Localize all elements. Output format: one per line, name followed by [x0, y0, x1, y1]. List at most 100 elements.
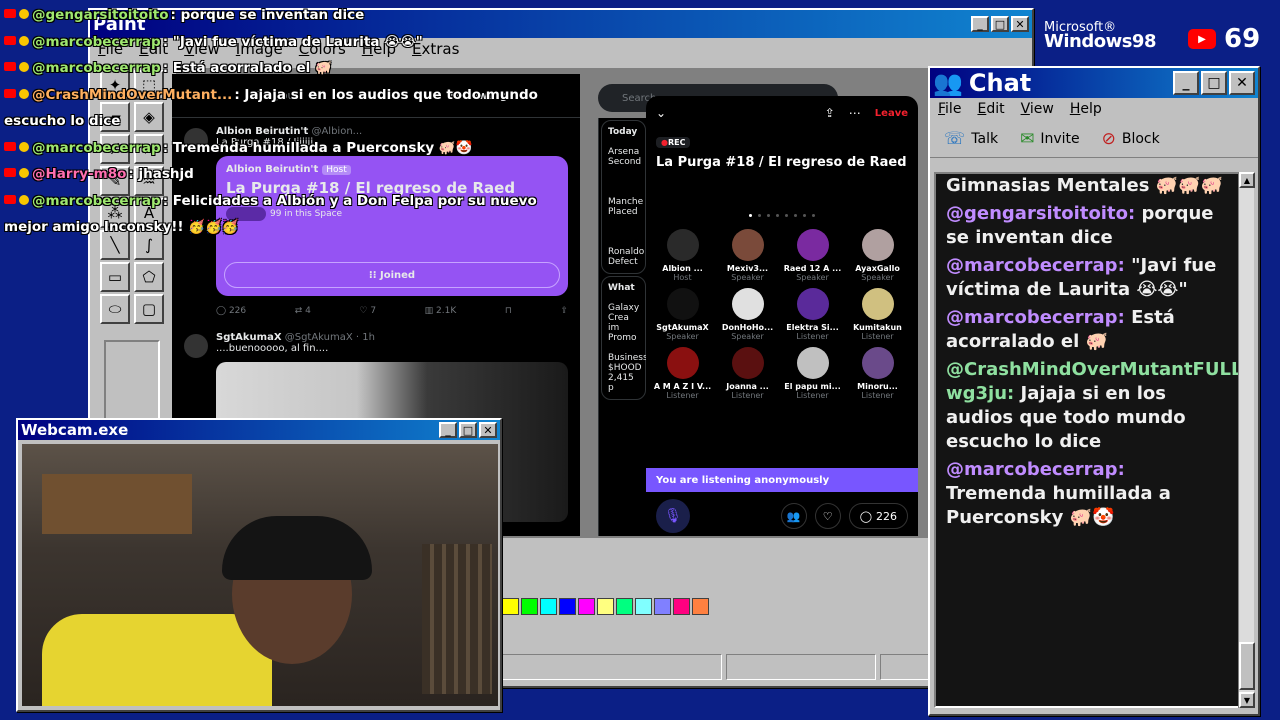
participant-role: Listener [731, 391, 764, 400]
avatar [861, 347, 894, 379]
chevron-down-icon[interactable]: ⌄ [656, 106, 666, 120]
close-button[interactable]: ✕ [479, 422, 497, 438]
participant[interactable]: Kumitakun Listener [845, 288, 910, 341]
overlay-text: : "Javi fue víctima de Laurita 😭😭" [162, 33, 423, 50]
participant-role: Listener [666, 391, 699, 400]
color-swatch[interactable] [692, 598, 709, 615]
repost-button[interactable]: ⇄ 4 [295, 306, 311, 316]
participant[interactable]: Joanna ... Listener [715, 347, 780, 400]
chat-scrollbar[interactable]: ▲ ▼ [1238, 172, 1255, 708]
participant-role: Listener [796, 332, 829, 341]
overlay-username: @marcobecerrap [32, 60, 161, 76]
reply-button[interactable]: ◯ 226 [216, 306, 246, 316]
trend-item[interactable]: Galaxy [608, 303, 639, 313]
minimize-button[interactable]: _ [971, 16, 989, 32]
participant[interactable]: Elektra Si... Listener [780, 288, 845, 341]
chat-title: Chat [968, 69, 1032, 97]
block-button[interactable]: ⊘ Block [1102, 129, 1160, 149]
color-swatch[interactable] [521, 598, 538, 615]
chat-titlebar[interactable]: 👥 Chat _ □ ✕ [930, 68, 1258, 98]
participant[interactable]: Albion ... Host [650, 229, 715, 282]
invite-button[interactable]: ✉ Invite [1020, 129, 1080, 149]
member-badge-icon [19, 194, 29, 205]
trend-item[interactable]: Manche Placed [608, 197, 643, 217]
youtube-icon [4, 88, 16, 98]
maximize-button[interactable]: □ [1201, 71, 1227, 95]
color-swatch[interactable] [502, 598, 519, 615]
close-button[interactable]: ✕ [1011, 16, 1029, 32]
minimize-button[interactable]: _ [439, 422, 457, 438]
participant[interactable]: Mexiv3... Speaker [715, 229, 780, 282]
member-badge-icon [19, 35, 29, 46]
joined-button[interactable]: ⁝⁝ Joined [224, 262, 560, 288]
scroll-up-icon[interactable]: ▲ [1239, 172, 1255, 188]
color-swatch[interactable] [635, 598, 652, 615]
trend-item[interactable]: $HOOD [608, 363, 642, 373]
menu-help[interactable]: Help [1070, 101, 1102, 117]
participant-name: Mexiv3... [726, 264, 769, 273]
menu-edit[interactable]: Edit [977, 101, 1004, 117]
like-button[interactable]: ♡ 7 [359, 306, 376, 316]
participant-name: AyaxGallo [855, 264, 900, 273]
menu-file[interactable]: File [938, 101, 961, 117]
webcam-window: Webcam.exe _ □ ✕ [16, 418, 502, 712]
participant[interactable]: SgtAkumaX Speaker [650, 288, 715, 341]
color-swatch[interactable] [654, 598, 671, 615]
color-swatch[interactable] [616, 598, 633, 615]
share-icon[interactable]: ⇪ [825, 106, 835, 120]
youtube-icon [4, 35, 16, 45]
status-panel [880, 654, 930, 680]
maximize-button[interactable]: □ [459, 422, 477, 438]
rectangle-icon[interactable]: ▭ [100, 262, 130, 292]
invite-label: Invite [1040, 130, 1080, 147]
member-badge-icon [19, 9, 29, 19]
participant[interactable]: AyaxGallo Speaker [845, 229, 910, 282]
microphone-icon[interactable]: 🎙 [656, 499, 690, 533]
ellipse-icon[interactable]: ⬭ [100, 294, 130, 324]
more-icon[interactable]: ⋯ [849, 106, 861, 120]
views-button[interactable]: ▥ 2.1K [425, 306, 457, 316]
chat-text: Gimnasias Mentales 🐖🐖🐖 [946, 175, 1223, 196]
pager-dot [749, 214, 752, 217]
color-swatch[interactable] [673, 598, 690, 615]
share-icon[interactable]: ⇪ [560, 306, 568, 316]
comments-button[interactable]: ◯ 226 [848, 503, 908, 529]
participant[interactable]: Raed 12 A ... Speaker [780, 229, 845, 282]
participant-name: Joanna ... [726, 382, 769, 391]
maximize-button[interactable]: □ [991, 16, 1009, 32]
polygon-icon[interactable]: ⬠ [134, 262, 164, 292]
overlay-message: @CrashMindOverMutant...: Jajaja si en lo… [4, 82, 564, 135]
overlay-username: @marcobecerrap [32, 33, 161, 50]
chat-log[interactable]: Gimnasias Mentales 🐖🐖🐖 @gengarsitoitoito:… [934, 172, 1242, 708]
heart-plus-icon[interactable]: ♡ [814, 503, 841, 529]
leave-button[interactable]: Leave [875, 108, 908, 119]
color-swatch[interactable] [578, 598, 595, 615]
trend-item: Crea im [608, 313, 629, 333]
scroll-thumb[interactable] [1239, 642, 1255, 690]
menu-view[interactable]: View [1021, 101, 1054, 117]
participant[interactable]: Minoru... Listener [845, 347, 910, 400]
close-button[interactable]: ✕ [1229, 71, 1255, 95]
participant[interactable]: A M A Z I V... Listener [650, 347, 715, 400]
bookshelf [422, 544, 492, 694]
trend-item[interactable]: Arsena Second [608, 147, 641, 167]
participant-name: Elektra Si... [786, 323, 839, 332]
color-swatch[interactable] [597, 598, 614, 615]
people-icon[interactable]: 👥 [780, 503, 807, 529]
paint-statusbar [502, 654, 930, 680]
tweet-author[interactable]: SgtAkumaX [216, 332, 282, 343]
webcam-titlebar[interactable]: Webcam.exe _ □ ✕ [18, 420, 500, 440]
color-swatch[interactable] [540, 598, 557, 615]
overlay-text: : Está acorralado el 🐖 [162, 60, 332, 76]
participant[interactable]: El papu mi... Listener [780, 347, 845, 400]
trend-item[interactable]: Ronaldo Defect [608, 247, 644, 267]
avatar[interactable] [184, 334, 208, 358]
participant[interactable]: DonHoHo... Speaker [715, 288, 780, 341]
bookmark-icon[interactable]: ⊓ [505, 306, 512, 316]
scroll-down-icon[interactable]: ▼ [1239, 692, 1255, 708]
minimize-button[interactable]: _ [1173, 71, 1199, 95]
color-swatch[interactable] [559, 598, 576, 615]
rounded-rect-icon[interactable]: ▢ [134, 294, 164, 324]
talk-button[interactable]: ☏ Talk [944, 129, 998, 149]
chat-message: @CrashMindOverMutantFULLS-wg3ju: Jajaja … [946, 358, 1240, 454]
